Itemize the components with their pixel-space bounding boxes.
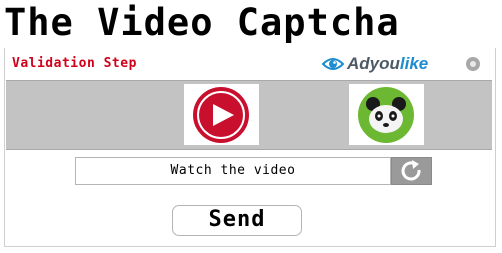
info-icon[interactable] bbox=[466, 57, 480, 71]
choice-panda[interactable] bbox=[349, 84, 424, 145]
send-button[interactable]: Send bbox=[172, 205, 302, 236]
eye-icon bbox=[322, 58, 344, 70]
adyoulike-logo[interactable]: Adyoulike bbox=[322, 53, 428, 75]
brand-name: Adyoulike bbox=[347, 54, 428, 74]
validation-step-label: Validation Step bbox=[12, 56, 137, 71]
watch-video-field[interactable]: Watch the video bbox=[75, 157, 391, 185]
brand-name-part2: like bbox=[399, 54, 429, 73]
brand-name-part1: Adyou bbox=[347, 54, 400, 73]
panda-icon bbox=[358, 87, 414, 143]
page-title: The Video Captcha bbox=[4, 1, 400, 44]
reload-button[interactable] bbox=[391, 157, 432, 185]
play-icon bbox=[193, 87, 249, 143]
choice-play[interactable] bbox=[184, 84, 259, 145]
reload-icon bbox=[401, 160, 421, 181]
